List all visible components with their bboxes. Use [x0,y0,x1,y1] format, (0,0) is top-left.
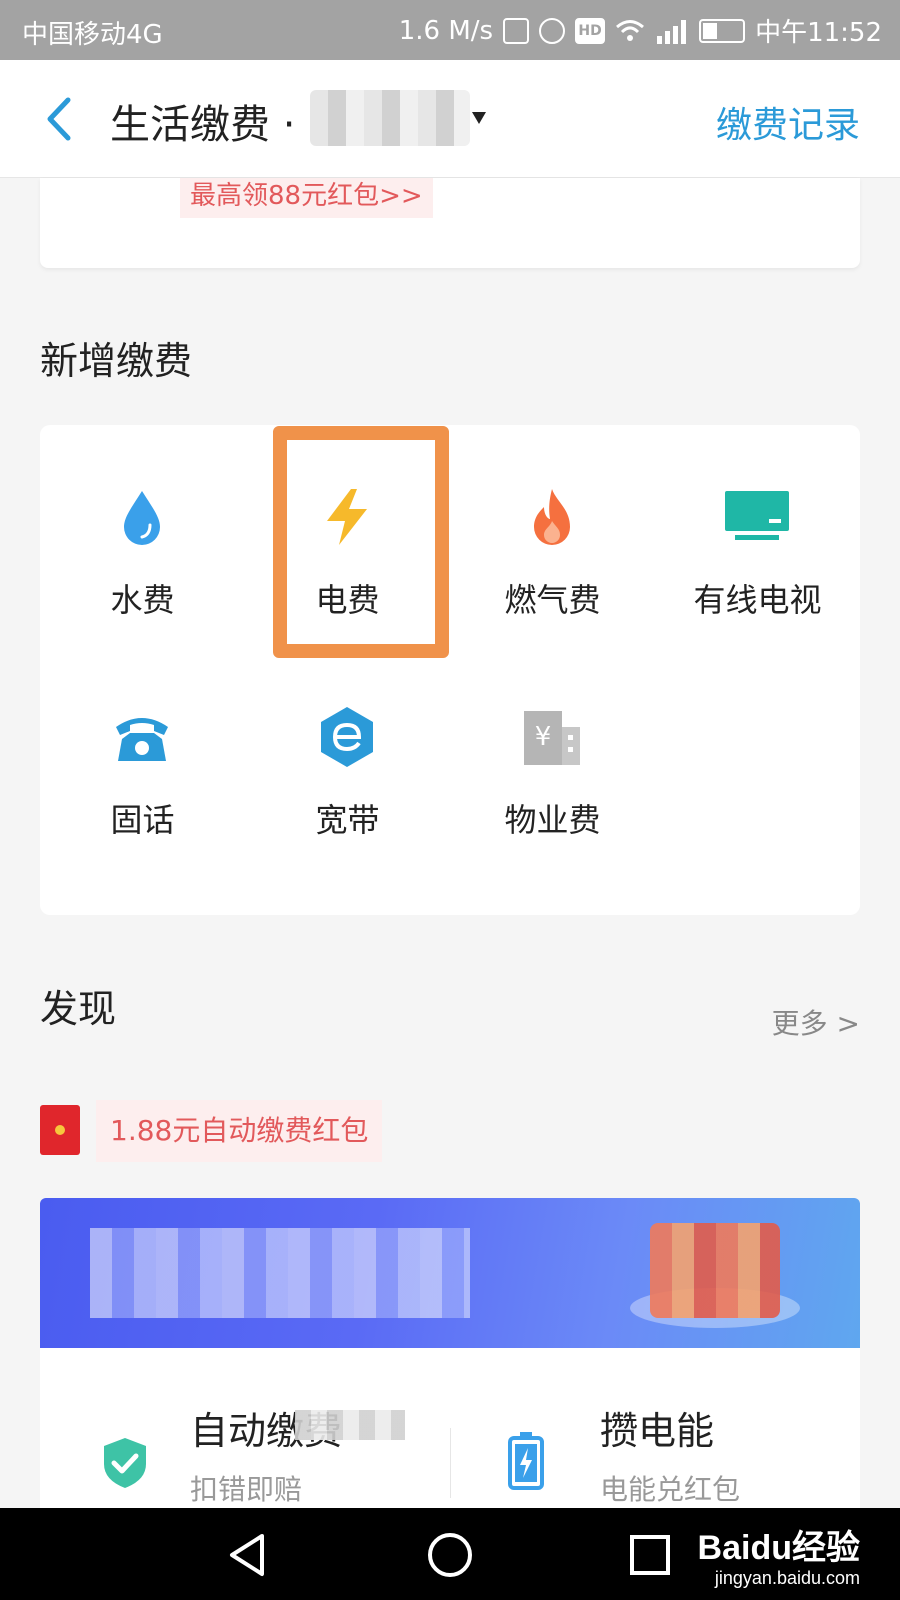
section-title-discover: 发现 [40,987,117,1031]
nav-back-icon[interactable] [220,1528,280,1582]
back-arrow-icon[interactable] [40,96,80,142]
water-drop-icon [124,491,160,545]
auto-pay-red-packet-promo[interactable]: 1.88元自动缴费红包 [96,1100,383,1162]
signal-icon [657,19,687,44]
annotation-highlight-box [273,426,449,658]
card-subtitle: 扣错即赔 [190,1473,303,1506]
city-dropdown-icon[interactable] [472,112,486,124]
svg-text:¥: ¥ [535,722,552,752]
status-bar: 中国移动4G 1.6 M/s HD 中午11:52 [0,0,900,60]
card-title: 攒电能 [600,1409,715,1453]
wifi-icon [616,19,645,41]
promo-banner[interactable] [40,1198,860,1348]
nav-home-icon[interactable] [420,1528,480,1582]
tile-label: 燃气费 [504,581,601,619]
page-title: 生活缴费 · [110,102,296,148]
city-name-redacted[interactable] [310,90,470,146]
tile-property[interactable]: ¥ 物业费 [450,645,655,845]
tile-label: 物业费 [504,801,601,839]
vibrate-icon [503,17,530,44]
tile-label: 水费 [110,581,175,619]
card-subtitle: 电能兑红包 [600,1473,741,1506]
app-header: 生活缴费 · 缴费记录 [0,60,900,178]
tile-broadband[interactable]: 宽带 [245,645,450,845]
tile-water[interactable]: 水费 [40,425,245,625]
status-icons: 1.6 M/s HD 中午11:52 [399,12,882,49]
nav-recents-icon[interactable] [620,1528,680,1582]
tile-cable-tv[interactable]: 有线电视 [655,425,860,625]
save-energy-card[interactable]: 攒电能 电能兑红包 [450,1348,860,1508]
tile-label: 固话 [110,801,175,839]
network-speed: 1.6 M/s [398,15,494,46]
auto-pay-card[interactable]: 自动缴费 扣错即赔 [40,1348,450,1508]
section-title-new-payment: 新增缴费 [40,339,193,383]
flame-icon [534,489,570,545]
telephone-icon [116,718,168,761]
service-cards: 自动缴费 扣错即赔 攒电能 电能兑红包 [40,1348,860,1508]
broadband-icon [321,707,373,767]
battery-icon [508,1432,544,1490]
tile-gas[interactable]: 燃气费 [450,425,655,625]
clock: 中午11:52 [755,18,882,48]
building-icon: ¥ [524,711,580,765]
tv-icon [725,491,789,540]
new-payment-grid: 水费 电费 燃气费 有线电视 固话 宽带 ¥ 物业费 [40,425,860,915]
gift-box-icon [650,1223,780,1318]
promo-card[interactable]: 最高领88元红包>> [40,178,860,268]
shield-check-icon [104,1438,146,1488]
red-packet-icon [40,1105,80,1155]
banner-text-redacted [90,1228,470,1318]
hd-icon: HD [575,17,606,44]
more-link[interactable]: 更多 > [772,1002,860,1042]
watermark-brand: Baidu经验 [697,1529,860,1567]
battery-status-icon [699,18,746,43]
carrier-label: 中国移动4G [22,20,163,50]
tile-label: 宽带 [315,801,380,839]
tile-landline[interactable]: 固话 [40,645,245,845]
payment-records-link[interactable]: 缴费记录 [716,96,860,148]
tile-label: 有线电视 [693,581,822,619]
redacted-overlay [295,1410,405,1440]
alarm-icon [539,17,566,44]
watermark-url: jingyan.baidu.com [714,1568,860,1588]
promo-red-packet-text[interactable]: 最高领88元红包>> [180,178,433,218]
